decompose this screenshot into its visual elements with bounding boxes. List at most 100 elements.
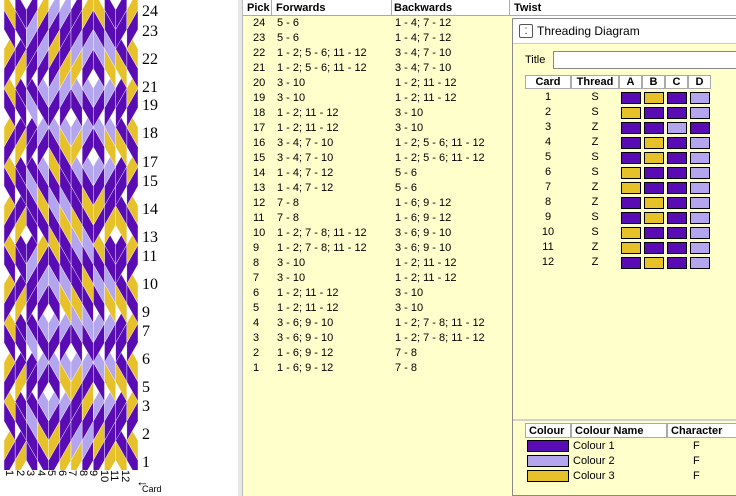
col-header-hole-d[interactable]: D [688,75,711,89]
hole-swatch[interactable] [667,152,687,164]
hole-swatch[interactable] [690,137,710,149]
table-row[interactable]: 10 1 - 2; 7 - 8; 11 - 12 3 - 6; 9 - 10 [243,226,512,241]
hole-swatch[interactable] [621,122,641,134]
hole-swatch[interactable] [644,257,664,269]
hole-swatch[interactable] [690,212,710,224]
hole-swatch[interactable] [644,152,664,164]
table-row[interactable]: 2 1 - 6; 9 - 12 7 - 8 [243,346,512,361]
hole-swatch[interactable] [621,152,641,164]
table-row[interactable]: 13 1 - 4; 7 - 12 5 - 6 [243,181,512,196]
hole-swatch[interactable] [621,137,641,149]
hole-swatch[interactable] [621,227,641,239]
pick-cell: 5 [253,302,260,314]
title-input[interactable] [553,51,736,69]
table-row[interactable]: 21 1 - 2; 5 - 6; 11 - 12 3 - 4; 7 - 10 [243,61,512,76]
hole-swatch[interactable] [690,182,710,194]
hole-swatch[interactable] [621,107,641,119]
column-divider[interactable] [391,0,392,15]
hole-swatch[interactable] [667,212,687,224]
hole-swatch[interactable] [690,122,710,134]
column-divider[interactable] [271,0,272,15]
hole-swatch[interactable] [690,227,710,239]
hole-swatch[interactable] [690,107,710,119]
pattern-preview-panel[interactable]: 24 23 22 21 19 18 17 15 14 13 11 10 9 7 6 5 3 2 1 12345678… [0,0,239,496]
table-row[interactable]: 24 5 - 6 1 - 4; 7 - 12 [243,16,512,31]
table-row[interactable]: 4 3 - 6; 9 - 10 1 - 2; 7 - 8; 11 - 12 [243,316,512,331]
hole-swatch[interactable] [667,257,687,269]
column-divider[interactable] [509,0,510,15]
hole-swatch[interactable] [667,137,687,149]
hole-swatch[interactable] [621,92,641,104]
hole-swatch[interactable] [690,167,710,179]
table-row[interactable]: 8 3 - 10 1 - 2; 11 - 12 [243,256,512,271]
table-row[interactable]: Colour 2 F [525,454,736,469]
hole-swatch[interactable] [667,242,687,254]
hole-swatch[interactable] [690,197,710,209]
woven-pattern-drawing[interactable] [4,0,138,470]
table-row[interactable]: 16 3 - 4; 7 - 10 1 - 2; 5 - 6; 11 - 12 [243,136,512,151]
hole-swatch[interactable] [621,182,641,194]
colour-swatch[interactable] [527,470,569,482]
col-header-hole-a[interactable]: A [619,75,642,89]
table-row[interactable]: 19 3 - 10 1 - 2; 11 - 12 [243,91,512,106]
hole-swatch[interactable] [667,182,687,194]
hole-swatch[interactable] [621,257,641,269]
hole-swatch[interactable] [644,197,664,209]
table-row[interactable]: 12 7 - 8 1 - 6; 9 - 12 [243,196,512,211]
table-row[interactable]: 6 1 - 2; 11 - 12 3 - 10 [243,286,512,301]
col-header-card[interactable]: Card [525,75,571,89]
table-row[interactable]: 5 1 - 2; 11 - 12 3 - 10 [243,301,512,316]
hole-swatch[interactable] [690,242,710,254]
hole-swatch[interactable] [690,257,710,269]
table-row[interactable]: 18 1 - 2; 11 - 12 3 - 10 [243,106,512,121]
hole-swatch[interactable] [644,122,664,134]
hole-swatch[interactable] [667,107,687,119]
hole-swatch[interactable] [667,167,687,179]
col-header-forwards[interactable]: Forwards [276,2,326,14]
table-row[interactable]: Colour 3 F [525,469,736,484]
hole-swatch[interactable] [644,167,664,179]
hole-swatch[interactable] [621,167,641,179]
col-header-thread[interactable]: Thread [571,75,619,89]
table-row[interactable]: 20 3 - 10 1 - 2; 11 - 12 [243,76,512,91]
hole-swatch[interactable] [644,92,664,104]
table-row[interactable]: Colour 1 F [525,439,736,454]
table-row[interactable]: 23 5 - 6 1 - 4; 7 - 12 [243,31,512,46]
hole-swatch[interactable] [644,182,664,194]
window-title-bar[interactable]: ⁚ Threading Diagram [513,19,736,44]
hole-swatch[interactable] [667,122,687,134]
hole-swatch[interactable] [621,242,641,254]
colour-swatch[interactable] [527,455,569,467]
col-header-twist[interactable]: Twist [514,2,541,14]
hole-swatch[interactable] [644,107,664,119]
table-row[interactable]: 14 1 - 4; 7 - 12 5 - 6 [243,166,512,181]
table-row[interactable]: 17 1 - 2; 11 - 12 3 - 10 [243,121,512,136]
col-header-hole-b[interactable]: B [642,75,665,89]
table-row[interactable]: 9 1 - 2; 7 - 8; 11 - 12 3 - 6; 9 - 10 [243,241,512,256]
hole-swatch[interactable] [644,242,664,254]
col-header-hole-c[interactable]: C [665,75,688,89]
col-header-colour-name[interactable]: Colour Name [571,423,667,438]
window-splitter[interactable] [513,419,736,421]
hole-swatch[interactable] [644,137,664,149]
hole-swatch[interactable] [644,227,664,239]
colour-swatch[interactable] [527,440,569,452]
hole-swatch[interactable] [690,152,710,164]
hole-swatch[interactable] [667,92,687,104]
hole-swatch[interactable] [621,197,641,209]
col-header-pick[interactable]: Pick [247,2,270,14]
table-row[interactable]: 1 1 - 6; 9 - 12 7 - 8 [243,361,512,376]
hole-swatch[interactable] [621,212,641,224]
hole-swatch[interactable] [690,92,710,104]
table-row[interactable]: 22 1 - 2; 5 - 6; 11 - 12 3 - 4; 7 - 10 [243,46,512,61]
hole-swatch[interactable] [644,212,664,224]
col-header-colour[interactable]: Colour [525,423,571,438]
col-header-backwards[interactable]: Backwards [394,2,452,14]
hole-swatch[interactable] [667,227,687,239]
hole-swatch[interactable] [667,197,687,209]
table-row[interactable]: 15 3 - 4; 7 - 10 1 - 2; 5 - 6; 11 - 12 [243,151,512,166]
table-row[interactable]: 3 3 - 6; 9 - 10 1 - 2; 7 - 8; 11 - 12 [243,331,512,346]
table-row[interactable]: 11 7 - 8 1 - 6; 9 - 12 [243,211,512,226]
table-row[interactable]: 7 3 - 10 1 - 2; 11 - 12 [243,271,512,286]
col-header-character[interactable]: Character [667,423,736,438]
